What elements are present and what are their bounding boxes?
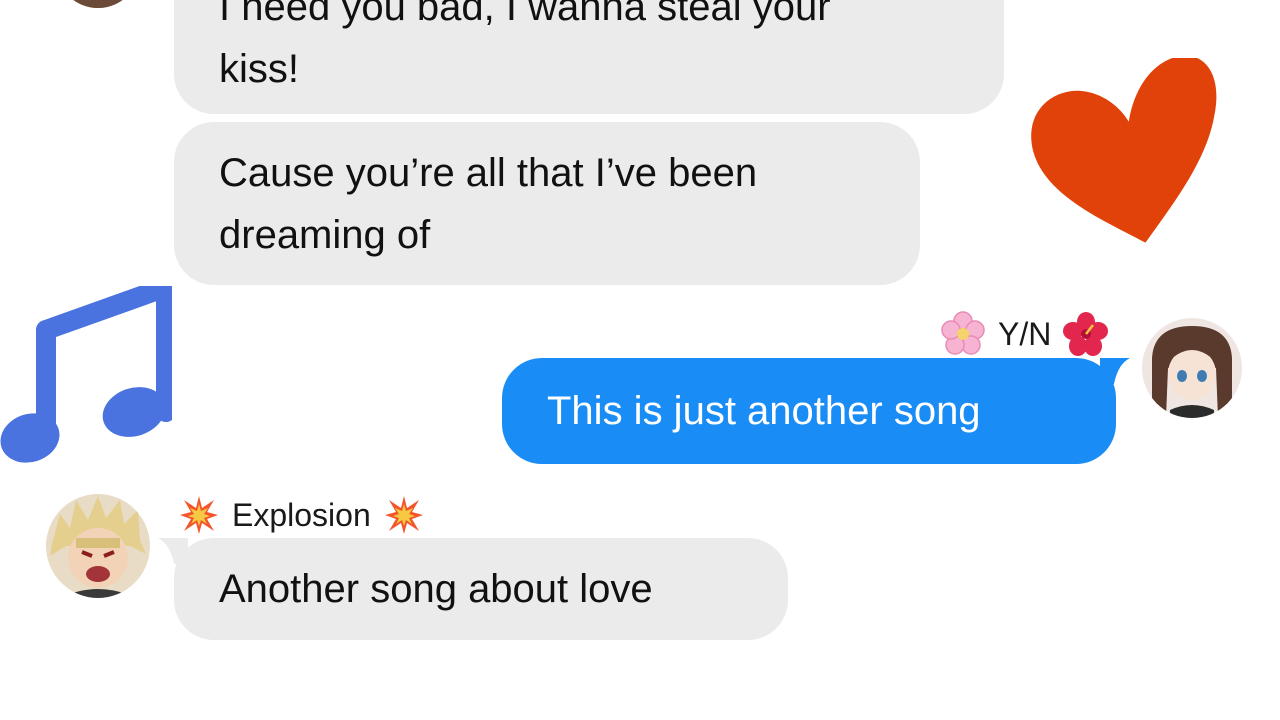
avatar-explosion[interactable] [46, 494, 150, 598]
avatar-image [46, 494, 150, 598]
message-text-line: I need you bad, I wanna steal your [219, 0, 831, 29]
avatar-image [1142, 318, 1242, 418]
sender-name-explosion: Explosion [178, 492, 425, 538]
bubble-tail-incoming [158, 538, 188, 564]
avatar-explosion-top[interactable] [60, 0, 136, 8]
cherry-blossom-icon [940, 311, 986, 357]
avatar-image [60, 0, 136, 8]
chat-thread: I need you bad, I wanna steal your kiss!… [0, 0, 1280, 720]
sender-name-yn: Y/N [940, 310, 1109, 358]
sender-name-label: Y/N [998, 315, 1052, 352]
avatar-yn[interactable] [1142, 318, 1242, 418]
message-bubble-incoming[interactable]: I need you bad, I wanna steal your kiss! [174, 0, 1004, 114]
message-text-line: This is just another song [547, 389, 981, 433]
message-bubble-incoming[interactable]: Another song about love [174, 538, 788, 640]
heart-icon [1028, 58, 1228, 248]
message-bubble-outgoing[interactable]: This is just another song [502, 358, 1116, 464]
collision-icon [383, 494, 425, 536]
message-bubble-incoming[interactable]: Cause you’re all that I’ve been dreaming… [174, 122, 920, 285]
message-text-line: kiss! [219, 47, 299, 91]
message-text-line: dreaming of [219, 213, 431, 257]
message-text-line: Cause you’re all that I’ve been [219, 151, 758, 195]
hibiscus-icon [1063, 311, 1109, 357]
bubble-tail-outgoing [1100, 358, 1130, 384]
message-text-line: Another song about love [219, 567, 653, 611]
music-note-icon [0, 286, 172, 472]
collision-icon [178, 494, 220, 536]
sender-name-label: Explosion [232, 496, 371, 533]
